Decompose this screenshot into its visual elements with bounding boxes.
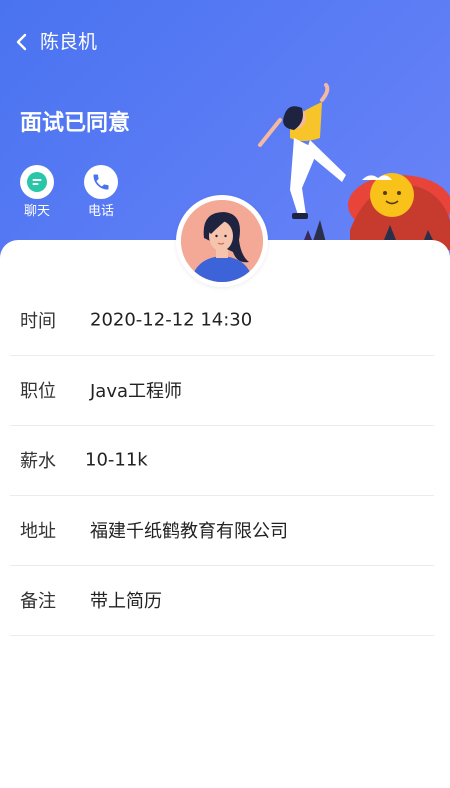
position-key: 职位 — [20, 381, 56, 402]
address-key: 地址 — [20, 521, 56, 542]
detail-row-salary: 薪水 10-11k — [10, 425, 434, 496]
chevron-left-icon — [16, 33, 27, 51]
page-title: 陈良机 — [40, 31, 98, 53]
address-value: 福建千纸鹤教育有限公司 — [90, 521, 288, 542]
interview-status: 面试已同意 — [20, 111, 131, 136]
chat-action[interactable]: 聊天 — [19, 165, 55, 220]
time-value: 2020-12-12 14:30 — [90, 309, 253, 331]
woman-avatar-icon — [181, 200, 263, 282]
dancing-woman-illustration — [258, 83, 450, 250]
phone-button[interactable] — [84, 165, 118, 199]
detail-row-position: 职位 Java工程师 — [10, 355, 434, 426]
time-key: 时间 — [20, 311, 56, 332]
detail-row-address: 地址 福建千纸鹤教育有限公司 — [10, 495, 434, 566]
back-button[interactable] — [6, 26, 38, 58]
phone-icon — [93, 174, 109, 190]
phone-label: 电话 — [87, 204, 114, 219]
chat-bubble-icon — [27, 172, 47, 192]
detail-row-time: 时间 2020-12-12 14:30 — [10, 285, 434, 356]
note-key: 备注 — [20, 591, 56, 612]
chat-label: 聊天 — [23, 204, 50, 219]
detail-row-note: 备注 带上简历 — [10, 565, 434, 636]
position-value: Java工程师 — [90, 381, 183, 402]
avatar — [176, 195, 268, 287]
salary-key: 薪水 — [20, 451, 56, 472]
detail-card: 时间 2020-12-12 14:30 职位 Java工程师 薪水 10-11k… — [0, 240, 450, 788]
note-value: 带上简历 — [90, 591, 162, 612]
salary-value: 10-11k — [85, 449, 148, 471]
chat-button[interactable] — [20, 165, 54, 199]
phone-action[interactable]: 电话 — [83, 165, 119, 220]
